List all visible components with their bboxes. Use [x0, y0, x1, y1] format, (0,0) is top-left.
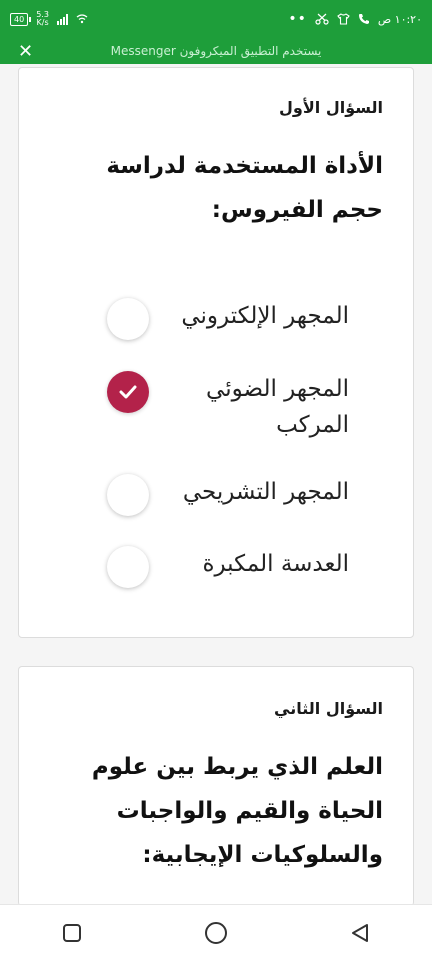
option-label: العدسة المكبرة: [202, 551, 349, 577]
network-speed: 5.3 K/s: [36, 11, 49, 27]
battery-icon: 40: [10, 12, 32, 26]
status-bar: 40 5.3 K/s •• ١٠:٢٠ ص: [0, 0, 432, 38]
close-icon[interactable]: ✕: [18, 41, 33, 62]
radio-button[interactable]: [107, 298, 149, 340]
microphone-usage-banner[interactable]: يستخدم التطبيق الميكروفون Messenger ✕: [0, 38, 432, 64]
option-compound-light-microscope[interactable]: المجهر الضوئي المركب: [33, 371, 373, 451]
circle-icon: [205, 922, 227, 944]
status-left: 40 5.3 K/s: [10, 11, 88, 27]
option-dissecting-microscope[interactable]: المجهر التشريحي: [33, 474, 373, 534]
banner-text: يستخدم التطبيق الميكروفون Messenger: [110, 44, 322, 58]
question-2-card: السؤال الثاني العلم الذي يربط بين علوم ا…: [18, 666, 414, 906]
option-magnifying-lens[interactable]: العدسة المكبرة: [33, 546, 373, 606]
navigation-bar: [0, 904, 432, 961]
status-right: •• ١٠:٢٠ ص: [288, 11, 422, 27]
check-icon: [119, 385, 137, 399]
question-2-text: العلم الذي يربط بين علوم الحياة والقيم و…: [91, 754, 383, 868]
question-2-label: السؤال الثاني: [274, 699, 383, 718]
question-1-label: السؤال الأول: [279, 98, 383, 117]
option-label: المجهر الضوئي المركب: [206, 376, 349, 438]
option-label: المجهر التشريحي: [182, 479, 349, 505]
back-triangle-icon: [352, 924, 368, 942]
back-button[interactable]: [330, 913, 390, 953]
scissors-icon: [315, 13, 329, 25]
phone-icon: [358, 14, 369, 24]
option-electron-microscope[interactable]: المجهر الإلكتروني: [33, 298, 373, 358]
square-icon: [63, 924, 81, 942]
recents-button[interactable]: [42, 913, 102, 953]
shirt-icon: [337, 13, 350, 25]
option-label: المجهر الإلكتروني: [181, 303, 349, 329]
radio-button-selected[interactable]: [107, 371, 149, 413]
radio-button[interactable]: [107, 546, 149, 588]
question-1-card: السؤال الأول الأداة المستخدمة لدراسة حجم…: [18, 67, 414, 638]
radio-button[interactable]: [107, 474, 149, 516]
home-button[interactable]: [186, 913, 246, 953]
wifi-icon: [76, 14, 88, 24]
signal-icon: [56, 13, 68, 25]
network-speed-unit: K/s: [36, 18, 49, 27]
notification-dots-icon: ••: [288, 11, 307, 27]
clock: ١٠:٢٠ ص: [377, 12, 422, 26]
question-1-text: الأداة المستخدمة لدراسة حجم الفيروس:: [106, 153, 383, 223]
